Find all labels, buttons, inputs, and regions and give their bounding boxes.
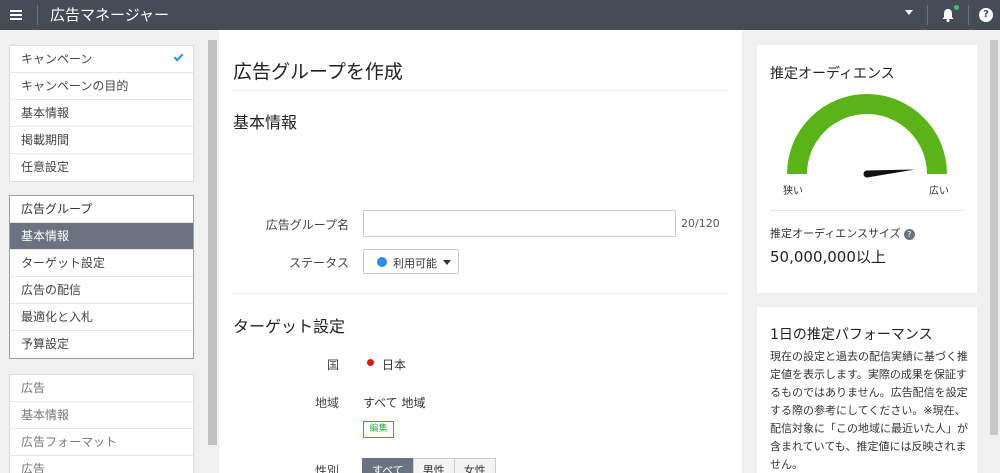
audience-size-label-text: 推定オーディエンスサイズ xyxy=(770,227,901,240)
sidebar-item-label: 任意設定 xyxy=(21,160,70,174)
sidebar-ad-group: 広告 基本情報 広告フォーマット 広告 xyxy=(9,374,194,473)
basic-info-heading: 基本情報 xyxy=(233,113,298,132)
performance-card: 1日の推定パフォーマンス 現在の設定と過去の配信実績に基づく推定値を表示します。… xyxy=(757,307,977,473)
account-dropdown-icon[interactable] xyxy=(905,10,913,15)
sidebar-item-adgroup-basic-info[interactable]: 基本情報 xyxy=(10,223,193,250)
sidebar-item-targeting[interactable]: ターゲット設定 xyxy=(10,250,193,277)
gender-option-male[interactable]: 男性 xyxy=(412,458,455,473)
sidebar-item-campaign[interactable]: キャンペーン xyxy=(10,46,193,73)
gender-label: 性別 xyxy=(314,464,339,473)
sidebar-item-optimization-bidding[interactable]: 最適化と入札 xyxy=(10,304,193,331)
sidebar-item-label: 基本情報 xyxy=(21,229,70,243)
main-panel: 広告グループを作成 基本情報 広告グループ名 20/120 ステータス 利用可能… xyxy=(219,30,742,473)
menu-button[interactable] xyxy=(6,5,26,25)
sidebar-item-label: 広告の配信 xyxy=(21,283,82,297)
sidebar-item-schedule[interactable]: 掲載期間 xyxy=(10,127,193,154)
sidebar-item-label: 広告フォーマット xyxy=(21,435,118,449)
scrollbar-thumb[interactable] xyxy=(208,40,217,445)
gender-option-female[interactable]: 女性 xyxy=(453,458,496,473)
char-counter: 20/120 xyxy=(681,217,720,230)
sidebar-item-label: キャンペーン xyxy=(21,52,93,66)
gauge-min-label: 狭い xyxy=(783,186,803,197)
sidebar-item-label: 掲載期間 xyxy=(21,133,70,147)
page-scrollbar[interactable] xyxy=(988,30,1000,473)
chevron-down-icon xyxy=(443,260,451,265)
check-icon xyxy=(173,51,184,62)
divider xyxy=(233,293,729,294)
sidebar-item-ad-creative[interactable]: 広告 xyxy=(10,456,193,473)
status-value: 利用可能 xyxy=(393,257,437,270)
bell-icon[interactable] xyxy=(940,7,956,23)
gender-option-all[interactable]: すべて xyxy=(362,458,414,473)
sidebar-campaign-group: キャンペーン キャンペーンの目的 基本情報 掲載期間 任意設定 xyxy=(9,45,194,182)
status-dot-icon xyxy=(377,257,387,267)
sidebar-item-label: 予算設定 xyxy=(21,337,70,351)
sidebar-item-label: 広告 xyxy=(21,381,46,395)
gender-segmented-control: すべて 男性 女性 xyxy=(362,458,496,473)
sidebar-item-label: 広告 xyxy=(21,462,46,473)
sidebar-item-optional-settings[interactable]: 任意設定 xyxy=(10,154,193,181)
divider xyxy=(233,90,729,91)
sidebar-item-campaign-basic-info[interactable]: 基本情報 xyxy=(10,100,193,127)
sidebar-item-delivery[interactable]: 広告の配信 xyxy=(10,277,193,304)
sidebar-item-label: キャンペーンの目的 xyxy=(21,79,129,93)
sidebar-adgroup-group: 広告グループ 基本情報 ターゲット設定 広告の配信 最適化と入札 予算設定 xyxy=(9,195,194,359)
country-value: 日本 xyxy=(382,358,407,372)
hamburger-icon xyxy=(10,10,22,20)
sidebar-item-ad-format[interactable]: 広告フォーマット xyxy=(10,429,193,456)
divider xyxy=(37,5,38,25)
status-dropdown[interactable]: 利用可能 xyxy=(363,249,459,274)
audience-title: 推定オーディエンス xyxy=(770,66,895,82)
performance-description: 現在の設定と過去の配信実績に基づく推定値を表示します。実際の成果を保証するもので… xyxy=(770,350,968,471)
help-icon[interactable]: ? xyxy=(979,8,993,22)
sidebar: キャンペーン キャンペーンの目的 基本情報 掲載期間 任意設定 広告グループ 基… xyxy=(0,30,207,473)
scrollbar-thumb[interactable] xyxy=(990,40,998,435)
divider xyxy=(968,5,969,25)
sidebar-item-label: 基本情報 xyxy=(21,408,70,422)
gauge-max-label: 広い xyxy=(929,186,949,197)
divider xyxy=(927,5,928,25)
divider xyxy=(770,210,964,211)
audience-size-value: 50,000,000以上 xyxy=(770,248,886,266)
gauge-needle-icon xyxy=(863,169,915,178)
audience-card: 推定オーディエンス 狭い 広い 推定オーディエンスサイズ? 50,000,000… xyxy=(757,45,977,293)
sidebar-item-label: ターゲット設定 xyxy=(21,256,106,270)
performance-title: 1日の推定パフォーマンス xyxy=(770,327,933,343)
audience-gauge xyxy=(787,94,947,178)
sidebar-item-budget[interactable]: 予算設定 xyxy=(10,331,193,358)
region-label: 地域 xyxy=(314,396,339,410)
status-label: ステータス xyxy=(288,256,349,270)
country-label: 国 xyxy=(326,358,339,372)
sidebar-item-label: 最適化と入札 xyxy=(21,310,94,324)
sidebar-item-label: 基本情報 xyxy=(21,106,70,120)
edit-region-button[interactable]: 編集 xyxy=(363,421,394,438)
panel-gutter xyxy=(742,30,754,473)
notification-dot xyxy=(954,5,959,10)
top-bar: 広告マネージャー ? xyxy=(0,0,1000,30)
sidebar-item-ad-basic-info[interactable]: 基本情報 xyxy=(10,402,193,429)
gauge-arc xyxy=(787,94,947,175)
sidebar-item-campaign-objective[interactable]: キャンペーンの目的 xyxy=(10,73,193,100)
adgroup-name-input[interactable] xyxy=(363,210,676,237)
adgroup-name-label: 広告グループ名 xyxy=(265,218,349,232)
targeting-heading: ターゲット設定 xyxy=(233,317,346,336)
sidebar-item-label: 広告グループ xyxy=(21,202,93,216)
sidebar-item-adgroup[interactable]: 広告グループ xyxy=(10,196,193,223)
japan-flag-icon xyxy=(367,359,374,366)
region-value: すべて 地域 xyxy=(363,396,426,410)
audience-size-label: 推定オーディエンスサイズ? xyxy=(770,225,915,241)
page-title: 広告グループを作成 xyxy=(233,61,403,83)
help-icon[interactable]: ? xyxy=(903,229,915,240)
app-title: 広告マネージャー xyxy=(50,6,169,24)
sidebar-item-ad[interactable]: 広告 xyxy=(10,375,193,402)
